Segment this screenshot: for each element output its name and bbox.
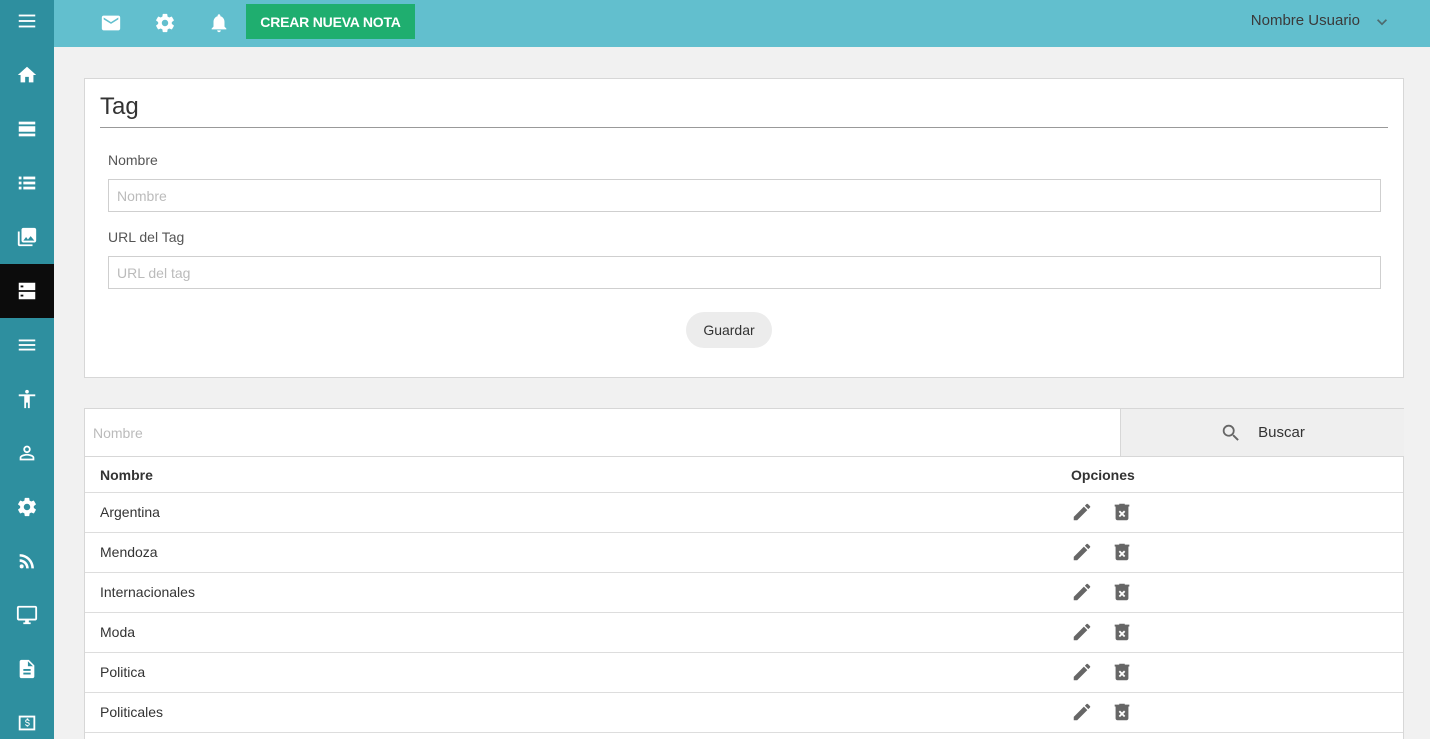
pencil-icon xyxy=(1073,543,1091,561)
trash-icon xyxy=(1114,583,1130,601)
edit-button[interactable] xyxy=(1071,661,1095,685)
tag-name: Moda xyxy=(100,624,136,640)
trash-icon xyxy=(1114,663,1130,681)
monitor-icon xyxy=(16,605,38,625)
user-name[interactable]: Nombre Usuario xyxy=(1251,12,1360,29)
sidebar-item-documents[interactable] xyxy=(0,642,54,696)
sidebar-item-gallery[interactable] xyxy=(0,210,54,264)
user-icon xyxy=(19,445,35,461)
table-row: Politicales xyxy=(85,693,1403,733)
tag-name: Politica xyxy=(100,664,146,680)
sidebar-item-rss[interactable] xyxy=(0,534,54,588)
sidebar-item-tags[interactable] xyxy=(0,264,54,318)
tag-name: Politicales xyxy=(100,704,164,720)
trash-icon xyxy=(1114,623,1130,641)
pencil-icon xyxy=(1073,703,1091,721)
sidebar-item-accessibility[interactable] xyxy=(0,372,54,426)
delete-button[interactable] xyxy=(1111,701,1135,725)
pencil-icon xyxy=(1073,663,1091,681)
table-header: Nombre Opciones xyxy=(85,457,1403,493)
title-divider xyxy=(100,127,1388,128)
notes-icon xyxy=(18,121,36,137)
sidebar-item-users[interactable] xyxy=(0,426,54,480)
sidebar-item-payments[interactable] xyxy=(0,696,54,739)
user-menu-toggle[interactable] xyxy=(1372,12,1392,32)
save-button[interactable]: Guardar xyxy=(686,312,772,348)
document-icon xyxy=(19,659,35,679)
sidebar-item-settings[interactable] xyxy=(0,480,54,534)
money-icon xyxy=(18,715,36,731)
search-icon xyxy=(1222,424,1239,441)
gear-icon xyxy=(156,13,174,33)
column-header-name: Nombre xyxy=(100,467,153,483)
edit-button[interactable] xyxy=(1071,581,1095,605)
edit-button[interactable] xyxy=(1071,701,1095,725)
home-icon xyxy=(17,66,37,83)
bell-icon xyxy=(211,14,227,33)
sidebar-item-sections[interactable] xyxy=(0,318,54,372)
create-note-button[interactable]: CREAR NUEVA NOTA xyxy=(246,4,415,39)
lines-icon xyxy=(18,339,36,351)
table-body: Argentina Mendoza Internacionales Moda P… xyxy=(85,493,1403,733)
tag-name: Mendoza xyxy=(100,544,158,560)
settings-button[interactable] xyxy=(152,10,178,36)
edit-button[interactable] xyxy=(1071,621,1095,645)
table-row: Politica xyxy=(85,653,1403,693)
search-button-label: Buscar xyxy=(1258,424,1305,441)
table-row: Mendoza xyxy=(85,533,1403,573)
delete-button[interactable] xyxy=(1111,581,1135,605)
top-bar: CREAR NUEVA NOTA Nombre Usuario xyxy=(54,0,1430,47)
menu-icon xyxy=(18,14,36,28)
tags-icon xyxy=(18,282,36,300)
accessibility-icon xyxy=(18,389,36,409)
edit-button[interactable] xyxy=(1071,541,1095,565)
chevron-down-icon xyxy=(1377,19,1387,26)
edit-button[interactable] xyxy=(1071,501,1095,525)
mail-icon xyxy=(101,15,121,31)
sidebar-item-monitor[interactable] xyxy=(0,588,54,642)
trash-icon xyxy=(1114,543,1130,561)
table-row: Moda xyxy=(85,613,1403,653)
trash-icon xyxy=(1114,703,1130,721)
delete-button[interactable] xyxy=(1111,661,1135,685)
tags-table-card: Buscar Nombre Opciones Argentina Mendoza… xyxy=(84,408,1404,739)
tag-form-card: Tag Nombre URL del Tag Guardar xyxy=(84,78,1404,378)
pencil-icon xyxy=(1073,583,1091,601)
delete-button[interactable] xyxy=(1111,541,1135,565)
tag-name: Internacionales xyxy=(100,584,195,600)
settings-icon xyxy=(18,497,36,517)
table-row: Internacionales xyxy=(85,573,1403,613)
url-field[interactable] xyxy=(108,256,1381,289)
name-label: Nombre xyxy=(108,152,158,168)
search-input[interactable] xyxy=(85,409,1121,457)
name-field[interactable] xyxy=(108,179,1381,212)
mail-button[interactable] xyxy=(98,10,124,36)
delete-button[interactable] xyxy=(1111,621,1135,645)
url-label: URL del Tag xyxy=(108,229,185,245)
sidebar-item-list[interactable] xyxy=(0,156,54,210)
delete-button[interactable] xyxy=(1111,501,1135,525)
notifications-button[interactable] xyxy=(206,10,232,36)
tag-name: Argentina xyxy=(100,504,160,520)
pencil-icon xyxy=(1073,503,1091,521)
gallery-icon xyxy=(17,227,37,247)
list-icon xyxy=(18,176,36,190)
search-button[interactable]: Buscar xyxy=(1121,409,1404,457)
page-title: Tag xyxy=(100,93,139,120)
sidebar xyxy=(0,0,54,739)
rss-icon xyxy=(19,554,34,569)
column-header-options: Opciones xyxy=(1071,467,1135,483)
sidebar-item-notes[interactable] xyxy=(0,102,54,156)
sidebar-menu-toggle[interactable] xyxy=(0,0,54,48)
table-row: Argentina xyxy=(85,493,1403,533)
sidebar-item-home[interactable] xyxy=(0,48,54,102)
pencil-icon xyxy=(1073,623,1091,641)
trash-icon xyxy=(1114,503,1130,521)
